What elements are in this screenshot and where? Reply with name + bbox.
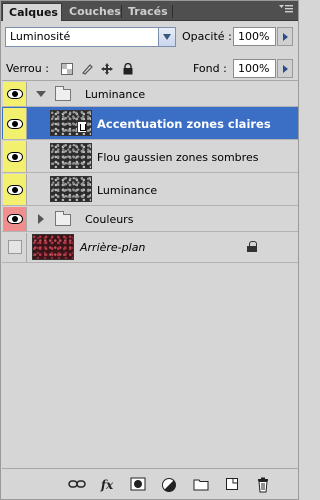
fill-slider-arrow-icon[interactable] bbox=[277, 59, 293, 78]
tab-calques[interactable]: Calques bbox=[2, 3, 62, 21]
fill-field[interactable]: 100% bbox=[233, 59, 276, 78]
visibility-toggle[interactable] bbox=[3, 233, 27, 262]
eye-icon[interactable] bbox=[7, 185, 23, 195]
lock-pixels-icon[interactable] bbox=[81, 63, 93, 75]
layer-row-luminance[interactable]: Luminance bbox=[2, 173, 298, 206]
layer-thumbnail[interactable] bbox=[32, 234, 74, 260]
mask-icon[interactable] bbox=[129, 477, 147, 493]
layer-name: Couleurs bbox=[85, 213, 134, 226]
tab-traces[interactable]: Tracés bbox=[122, 3, 172, 21]
layer-thumbnail[interactable] bbox=[50, 143, 92, 169]
layer-name: Accentuation zones claires bbox=[97, 117, 271, 131]
opacity-slider-arrow-icon[interactable] bbox=[277, 27, 293, 46]
eye-icon[interactable] bbox=[7, 214, 23, 224]
opacity-label: Opacité : bbox=[182, 30, 232, 43]
opacity-field[interactable]: 100% bbox=[233, 27, 276, 46]
blend-mode-value: Luminosité bbox=[10, 30, 71, 43]
adjustment-icon[interactable] bbox=[160, 477, 178, 493]
layers-list: Luminance Accentuation zones claires Flo… bbox=[2, 81, 298, 263]
eye-icon[interactable] bbox=[7, 119, 23, 129]
blend-mode-select[interactable]: Luminosité bbox=[5, 27, 176, 47]
tab-bar: Calques Couches Tracés bbox=[1, 1, 298, 21]
lock-position-icon[interactable] bbox=[101, 63, 113, 75]
lock-all-icon[interactable] bbox=[122, 62, 134, 75]
layer-row-group-couleurs[interactable]: Couleurs bbox=[2, 206, 298, 232]
bottom-toolbar: fx bbox=[2, 468, 298, 499]
tab-separator bbox=[172, 5, 173, 18]
layer-row-flou-gaussien[interactable]: Flou gaussien zones sombres bbox=[2, 140, 298, 173]
link-icon[interactable] bbox=[68, 477, 86, 493]
visibility-toggle[interactable] bbox=[3, 174, 27, 205]
layer-row-group-luminance[interactable]: Luminance bbox=[2, 81, 298, 107]
folder-icon bbox=[55, 86, 71, 101]
visibility-toggle[interactable] bbox=[3, 207, 27, 231]
lock-label: Verrou : bbox=[6, 62, 49, 75]
layer-name: Luminance bbox=[97, 184, 158, 197]
visibility-toggle[interactable] bbox=[3, 141, 27, 172]
fill-label: Fond : bbox=[193, 62, 227, 75]
eye-icon[interactable] bbox=[7, 89, 23, 99]
trash-icon[interactable] bbox=[254, 477, 272, 493]
layer-name: Flou gaussien zones sombres bbox=[97, 151, 259, 164]
tab-couches[interactable]: Couches bbox=[63, 3, 121, 21]
expand-triangle-icon[interactable] bbox=[36, 91, 46, 97]
layers-empty-area bbox=[2, 264, 298, 467]
layers-panel: Calques Couches Tracés Luminosité Opacit… bbox=[0, 0, 299, 500]
layer-name: Arrière-plan bbox=[80, 241, 146, 254]
fx-icon[interactable]: fx bbox=[98, 477, 116, 493]
new-layer-icon[interactable] bbox=[223, 477, 241, 493]
layer-row-accentuation[interactable]: Accentuation zones claires bbox=[2, 107, 298, 140]
lock-icon bbox=[247, 241, 257, 252]
eye-icon[interactable] bbox=[7, 152, 23, 162]
visibility-toggle[interactable] bbox=[3, 82, 27, 106]
collapse-triangle-icon[interactable] bbox=[38, 214, 44, 224]
lock-transparency-icon[interactable] bbox=[61, 63, 73, 75]
hidden-visibility-box[interactable] bbox=[8, 240, 22, 254]
new-group-icon[interactable] bbox=[192, 477, 210, 493]
layer-name: Luminance bbox=[85, 88, 146, 101]
smart-object-icon bbox=[77, 121, 87, 133]
folder-icon bbox=[55, 211, 71, 226]
chevron-down-icon[interactable] bbox=[158, 28, 175, 46]
visibility-toggle[interactable] bbox=[3, 108, 27, 139]
layer-thumbnail[interactable] bbox=[50, 176, 92, 202]
panel-menu-icon[interactable] bbox=[278, 3, 294, 17]
layer-row-arriere-plan[interactable]: Arrière-plan bbox=[2, 232, 298, 263]
